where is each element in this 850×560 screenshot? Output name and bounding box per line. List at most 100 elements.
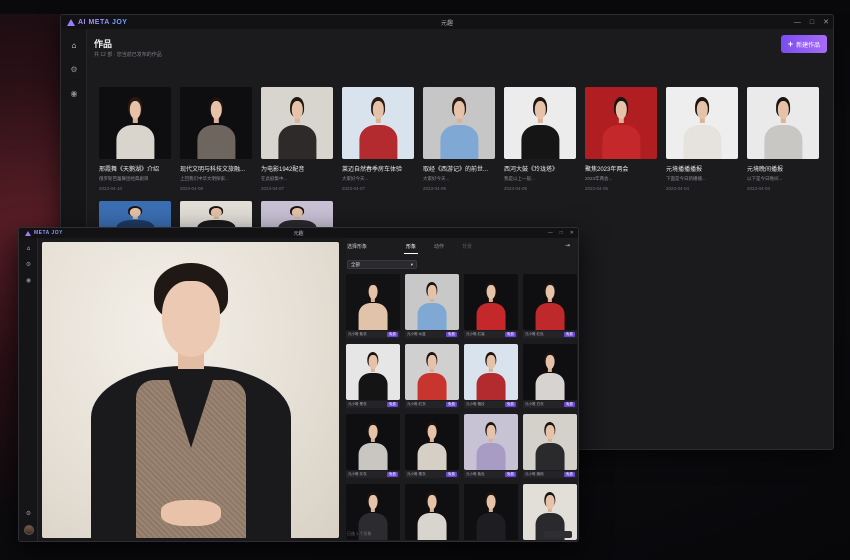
work-card[interactable]: 为电影1942配音 在此剧集中... 2023-04-07 [261, 87, 333, 191]
work-card[interactable]: 元境晚间播报 以下是今日晚间... 2023-04-04 [747, 87, 819, 191]
avatar-thumbnail[interactable] [523, 414, 577, 470]
work-thumbnail[interactable] [423, 87, 495, 159]
avatar-thumbnail[interactable] [405, 414, 459, 470]
avatar-option[interactable]: 元小唯·黑衣 免费 [346, 344, 400, 408]
confirm-button[interactable] [544, 531, 572, 538]
maximize-icon[interactable]: □ [560, 230, 563, 236]
work-thumbnail[interactable] [180, 87, 252, 159]
window-controls: — □ ✕ [548, 228, 574, 238]
home-icon[interactable]: ⌂ [61, 39, 87, 53]
avatar-option[interactable]: 元小唯·素衣 免费 [405, 414, 459, 478]
work-description: 大家好今天... [342, 176, 369, 181]
avatar-thumbnail[interactable] [523, 274, 577, 330]
work-title: 聚焦2023年两会 [585, 167, 629, 173]
avatar-caption: 元小唯·素衣 免费 [405, 471, 459, 478]
digital-human-figure [86, 263, 296, 538]
record-icon[interactable]: ◉ [61, 87, 87, 101]
avatar-option[interactable]: 元小唯·白衣 免费 [523, 344, 577, 408]
avatar-option[interactable]: 元小唯·红色 免费 [523, 274, 577, 338]
maximize-icon[interactable]: □ [810, 19, 814, 26]
work-thumbnail[interactable] [747, 87, 819, 159]
work-thumbnail[interactable] [585, 87, 657, 159]
app-logo: AI META JOY [61, 18, 128, 26]
figure-body [116, 124, 154, 159]
logo-mark-icon [25, 230, 31, 236]
work-card[interactable]: 取经《西游记》的前世... 大家好今天... 2023-04-05 [423, 87, 495, 191]
avatar-name: 元小唯·旗袍 [525, 472, 544, 476]
work-description: 在此剧集中... [261, 176, 288, 181]
figure-face [161, 281, 220, 357]
gear-icon[interactable]: ⚙ [19, 509, 38, 519]
avatar-option[interactable]: 元小唯·旗袍 免费 [523, 414, 577, 478]
work-card[interactable]: 西河大鼓《玲珑塔》 我是以上一般... 2023-04-05 [504, 87, 576, 191]
person-figure [534, 348, 566, 400]
figure-body [359, 124, 397, 159]
figure-face [291, 207, 303, 218]
figure-face [368, 494, 378, 510]
work-card[interactable]: 邢霞舞《天鹅湖》介绍 俄罗斯芭蕾舞团经典剧目 2023-04-10 [99, 87, 171, 191]
avatar-thumbnail[interactable] [346, 414, 400, 470]
avatar-option[interactable]: 元小唯·水蓝 免费 [405, 274, 459, 338]
free-badge: 免费 [564, 472, 575, 477]
work-thumbnail[interactable] [261, 87, 333, 159]
avatar-option[interactable]: 元小唯·红衣 免费 [405, 344, 459, 408]
settings-icon[interactable]: ⚙ [61, 63, 87, 77]
avatar-thumbnail[interactable] [464, 344, 518, 400]
record-icon[interactable]: ◉ [19, 276, 38, 286]
avatar-thumbnail[interactable] [405, 344, 459, 400]
avatar-option[interactable]: 元小唯·紫色 免费 [464, 414, 518, 478]
avatar-thumbnail[interactable] [405, 274, 459, 330]
close-icon[interactable]: ✕ [570, 230, 574, 236]
work-title: 为电影1942配音 [261, 167, 305, 173]
avatar-thumbnail[interactable] [346, 344, 400, 400]
avatar-option[interactable]: 元小唯·条纹免费 [405, 484, 459, 541]
work-card[interactable]: 现代文明与科技文旅融... 上回我们中华文明探索... 2023-04-08 [180, 87, 252, 191]
avatar-name: 元小唯·红衣 [407, 402, 426, 406]
work-thumbnail[interactable] [342, 87, 414, 159]
work-date: 2023-04-05 [504, 186, 528, 191]
avatar-thumbnail[interactable] [464, 414, 518, 470]
avatar-preview [42, 242, 339, 538]
figure-face [427, 494, 437, 510]
avatar-option[interactable]: 元小唯·格纹 免费 [464, 344, 518, 408]
avatar-thumbnail[interactable] [346, 274, 400, 330]
close-icon[interactable]: ✕ [823, 18, 829, 26]
category-select[interactable]: 全部 ▾ [347, 260, 417, 269]
avatar-option[interactable]: 元小唯·灰衣 免费 [346, 414, 400, 478]
minimize-icon[interactable]: — [548, 230, 553, 236]
work-card[interactable]: 聚焦2023年两会 2023年两会... 2023-04-05 [585, 87, 657, 191]
logo-text: AI META JOY [78, 18, 128, 26]
avatar-name: 元小唯·紫色 [466, 472, 485, 476]
figure-face [427, 284, 437, 300]
work-card[interactable]: 莱迈自然春季房车体验 大家好今天... 2023-04-07 [342, 87, 414, 191]
work-thumbnail[interactable] [99, 87, 171, 159]
panel-title: 选择形象 [347, 244, 368, 250]
tab-avatar[interactable]: 形象 [404, 241, 419, 254]
person-figure [113, 93, 156, 159]
avatar-option[interactable]: 元小唯·紫衣 免费 [346, 274, 400, 338]
person-figure [416, 418, 448, 470]
new-work-button[interactable]: + 新建作品 [781, 35, 827, 53]
avatar-thumbnail[interactable] [464, 484, 518, 540]
settings-icon[interactable]: ⚙ [19, 260, 38, 270]
minimize-icon[interactable]: — [794, 19, 801, 26]
figure-body [535, 373, 565, 400]
work-thumbnail[interactable] [666, 87, 738, 159]
figure-face [545, 494, 555, 510]
avatar-thumbnail[interactable] [523, 344, 577, 400]
free-badge: 免费 [387, 332, 398, 337]
avatar-thumbnail[interactable] [464, 274, 518, 330]
user-avatar[interactable] [23, 525, 34, 535]
work-card[interactable]: 元境播播播报 下面是今日新播播... 2023-04-04 [666, 87, 738, 191]
collapse-panel-icon[interactable]: ⇥ [565, 242, 570, 249]
avatar-name: 元小唯·黑衣 [348, 402, 367, 406]
work-thumbnail[interactable] [504, 87, 576, 159]
avatar-option[interactable]: 元小唯·正装免费 [464, 484, 518, 541]
home-icon[interactable]: ⌂ [19, 244, 38, 254]
avatar-thumbnail[interactable] [405, 484, 459, 540]
figure-body [358, 373, 388, 400]
avatar-name: 元小唯·水蓝 [407, 332, 426, 336]
tab-motion[interactable]: 动作 [432, 241, 446, 254]
avatar-option[interactable]: 元小唯·红装 免费 [464, 274, 518, 338]
tab-background[interactable]: 背景 [460, 241, 474, 254]
